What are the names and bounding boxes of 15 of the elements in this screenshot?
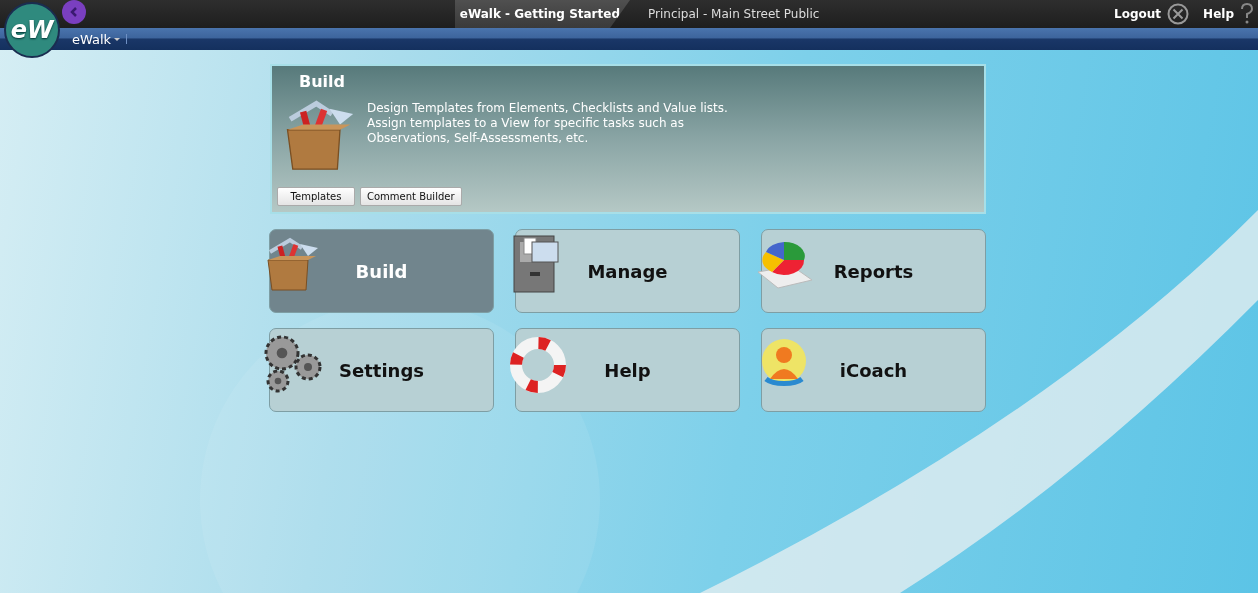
panel-description: Design Templates from Elements, Checklists and Value lists. Assign templates to a View for specific tasks such as Observations, Self-Assessments, etc.: [367, 101, 728, 146]
user-context: Principal - Main Street Public: [648, 7, 820, 21]
help-link[interactable]: Help: [1203, 7, 1234, 21]
logout-link[interactable]: Logout: [1114, 7, 1162, 21]
close-icon[interactable]: [1167, 3, 1190, 25]
panel-button[interactable]: Templates: [277, 187, 355, 206]
module-tile[interactable]: Build: [269, 229, 494, 313]
chevron-left-icon: [68, 6, 80, 18]
panel-title: Build: [299, 72, 345, 91]
panel-button[interactable]: Comment Builder: [360, 187, 462, 206]
question-icon[interactable]: [1240, 3, 1254, 25]
app-menu[interactable]: eWalk: [72, 31, 127, 47]
module-tile[interactable]: iCoach: [761, 328, 986, 412]
module-tile[interactable]: Manage: [515, 229, 740, 313]
page-title: eWalk - Getting Started: [459, 7, 620, 21]
